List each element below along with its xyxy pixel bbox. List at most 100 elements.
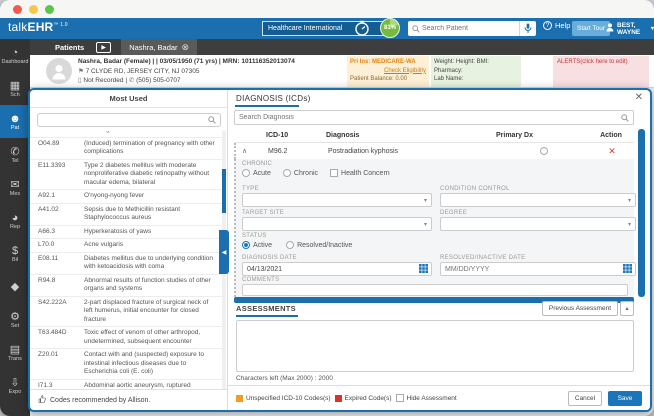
delete-icon[interactable]: ✕ xyxy=(608,146,616,156)
list-item[interactable]: Z20.01Contact with and (suspected) expos… xyxy=(30,349,222,380)
list-item[interactable]: A92.1O'nyong-nyong fever xyxy=(30,190,222,204)
resolved-date-input[interactable] xyxy=(441,266,623,273)
assessment-textarea[interactable] xyxy=(236,320,634,372)
sidebar-item-billing[interactable]: $Bil xyxy=(0,237,30,270)
help-label: Help xyxy=(555,21,570,30)
play-icon[interactable]: ▶ xyxy=(96,42,111,53)
meaningful-use-meter[interactable]: 81% xyxy=(380,18,400,38)
pharmacy-line: Pharmacy: xyxy=(434,67,518,76)
sidebar-item-telehealth[interactable]: ✆Tel xyxy=(0,138,30,171)
microphone-icon[interactable] xyxy=(519,21,536,36)
start-tour-button[interactable]: Start Tour xyxy=(572,21,610,36)
icd-code: A41.02 xyxy=(38,206,84,223)
chevron-down-icon: ▾ xyxy=(424,197,427,204)
close-window-button[interactable] xyxy=(13,5,22,14)
list-item[interactable]: E11.3393Type 2 diabetes mellitus with mo… xyxy=(30,160,222,191)
document-icon: ▤ xyxy=(10,344,20,356)
list-item[interactable]: T63.484DToxic effect of venom of other a… xyxy=(30,327,222,349)
list-item[interactable]: A66.3Hyperkeratosis of yaws xyxy=(30,226,222,240)
insurance-box: Pri Ins: MEDICARE-WA Check Eligibility P… xyxy=(347,56,429,87)
list-item[interactable]: S42.222A2-part displaced fracture of sur… xyxy=(30,297,222,328)
search-icon xyxy=(412,20,420,38)
previous-assessment-button[interactable]: Previous Assessment xyxy=(542,301,618,316)
icd-description: Sepsis due to Methicillin resistant Stap… xyxy=(84,206,222,223)
active-label: Active xyxy=(253,242,272,249)
user-menu[interactable]: BEST, WAYNE ▾ xyxy=(606,21,654,36)
sidebar-item-charts[interactable]: ◆ xyxy=(0,270,30,303)
health-concern-checkbox[interactable]: Health Concern xyxy=(330,169,390,177)
avatar xyxy=(46,58,72,84)
scrollbar-thumb[interactable] xyxy=(222,169,226,213)
icd-description: Acne vulgaris xyxy=(84,241,222,250)
icd-description: Contact with and (suspected) exposure to… xyxy=(84,351,222,377)
most-used-panel: Most Used M96.4Postsurgical lordosis O04… xyxy=(30,90,228,410)
sidebar-item-messages[interactable]: ✉Mes xyxy=(0,171,30,204)
sidebar-item-reports[interactable]: ◕Rep xyxy=(0,204,30,237)
list-item[interactable]: L70.0Acne vulgaris xyxy=(30,239,222,253)
help-icon: ? xyxy=(543,21,552,30)
chevron-down-icon: ▾ xyxy=(628,197,631,204)
search-patient-input[interactable] xyxy=(420,25,519,32)
save-button[interactable]: Save xyxy=(608,391,642,406)
sidebar-item-scheduler[interactable]: ▦Sch xyxy=(0,72,30,105)
sidebar-item-dashboard[interactable]: ◔Dashboard xyxy=(0,39,30,72)
health-concern-label: Health Concern xyxy=(341,170,390,177)
condition-control-dropdown[interactable]: ▾ xyxy=(440,193,636,207)
patient-mobile: Not Recorded xyxy=(83,77,123,84)
diagnosis-search xyxy=(234,110,634,125)
list-item[interactable]: E08.11Diabetes mellitus due to underlyin… xyxy=(30,253,222,275)
help-button[interactable]: ? Help xyxy=(543,21,570,30)
chronic-radio[interactable]: Chronic xyxy=(283,169,318,177)
panel-collapse-handle[interactable]: ◀ xyxy=(219,230,229,274)
sidebar-item-settings[interactable]: ⚙Set xyxy=(0,303,30,336)
maximize-window-button[interactable] xyxy=(45,5,54,14)
most-used-list: M96.4Postsurgical lordosis O04.89(Induce… xyxy=(30,131,222,389)
acute-radio[interactable]: Acute xyxy=(242,169,271,177)
list-item[interactable]: R94.8Abnormal results of function studie… xyxy=(30,275,222,297)
sidebar-item-export[interactable]: ⇩Expo xyxy=(0,369,30,402)
alerts-box[interactable]: ALERTS(click here to edit) xyxy=(553,56,649,87)
sidebar-label: Bil xyxy=(12,257,18,263)
calendar-icon[interactable] xyxy=(623,260,632,278)
most-used-search-input[interactable] xyxy=(38,117,208,124)
list-item[interactable]: O04.89(Induced) termination of pregnancy… xyxy=(30,138,222,160)
list-item[interactable]: A41.02Sepsis due to Methicillin resistan… xyxy=(30,204,222,226)
calendar-icon[interactable] xyxy=(419,260,428,278)
sidebar-item-patients[interactable]: ☻Pat xyxy=(0,105,30,138)
collapse-row-icon[interactable]: ∧ xyxy=(242,147,256,155)
collapse-assessment-button[interactable]: ▴ xyxy=(620,301,634,316)
pri-ins-value: MEDICARE-WA xyxy=(372,59,416,65)
hide-assessment-checkbox[interactable]: Hide Assessment xyxy=(396,394,457,402)
icd-description: Toxic effect of venom of other arthropod… xyxy=(84,329,222,346)
type-dropdown[interactable]: ▾ xyxy=(242,193,432,207)
sidebar-label: Mes xyxy=(10,191,20,197)
minimize-window-button[interactable] xyxy=(29,5,38,14)
sidebar-item-transactions[interactable]: ▤Trans xyxy=(0,336,30,369)
target-site-dropdown[interactable]: ▾ xyxy=(242,217,432,231)
assessments-tab[interactable]: ASSESSMENTS xyxy=(236,304,296,313)
table-header: ICD-10 Diagnosis Primary Dx Action xyxy=(234,129,634,143)
list-item[interactable]: I71.3Abdominal aortic aneurysm, ruptured xyxy=(30,380,222,390)
icd-code: E11.3393 xyxy=(38,162,84,188)
close-icon[interactable]: ✕ xyxy=(635,92,643,103)
diagnosis-form: CHRONIC Acute Chronic Health Concern TYP… xyxy=(234,159,634,297)
download-icon: ⇩ xyxy=(10,377,19,389)
check-eligibility-link[interactable]: Check Eligibility xyxy=(350,67,426,76)
column-action: Action xyxy=(588,132,634,139)
most-used-search xyxy=(37,113,221,127)
most-used-title: Most Used xyxy=(30,90,227,108)
status-resolved-radio[interactable]: Resolved/Inactive xyxy=(286,241,352,249)
search-diagnosis-input[interactable] xyxy=(235,114,621,121)
diagnosis-date-input[interactable] xyxy=(243,266,419,273)
vertical-scrollbar[interactable] xyxy=(638,129,645,297)
close-tab-icon[interactable]: ⊗ xyxy=(182,42,190,53)
cancel-button[interactable]: Cancel xyxy=(568,391,602,406)
primary-dx-radio[interactable] xyxy=(540,147,548,155)
search-icon xyxy=(208,111,216,129)
status-active-radio[interactable]: Active xyxy=(242,241,272,249)
tab-patients[interactable]: Patients xyxy=(55,43,84,52)
logo-version: ™ 1.0 xyxy=(53,22,67,28)
radio-icon xyxy=(242,169,250,177)
tab-patient-nashra[interactable]: Nashra, Badar ⊗ xyxy=(121,39,197,55)
degree-dropdown[interactable]: ▾ xyxy=(440,217,636,231)
